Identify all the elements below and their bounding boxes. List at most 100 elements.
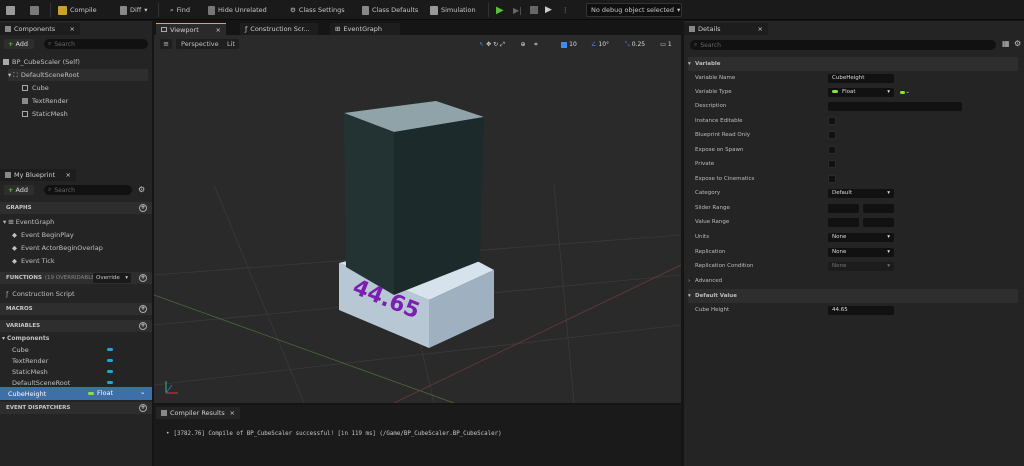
expose-on-spawn-checkbox[interactable] [828,146,836,154]
viewport[interactable]: 44.65 ≡ Perspective Lit [154,35,681,403]
play-button[interactable]: ▶ [496,3,504,17]
variable-name-input[interactable]: CubeHeight [828,73,894,83]
tree-item-staticmesh[interactable]: StaticMesh [22,108,68,120]
replication-dropdown[interactable]: None ▾ [828,247,894,257]
scale-snap-button[interactable]: ⤡ 0.25 [619,39,651,50]
tree-item-self[interactable]: BP_CubeScaler (Self) [3,56,80,68]
lit-button[interactable]: Lit [223,39,239,49]
graph-item-eventgraph[interactable]: ▾ ⊞ EventGraph [3,216,54,228]
surface-snap-button[interactable]: ⌗ [531,39,541,50]
find-button[interactable]: ⌕ Find [170,3,190,17]
rotate-icon[interactable]: ↻ [493,41,498,48]
variable-section-header[interactable]: ▾ Variable [688,57,1018,71]
close-icon[interactable]: × [758,25,763,33]
details-search-input[interactable]: ⌕ Search [690,40,996,50]
category-dropdown[interactable]: Default ▾ [828,188,894,198]
value-range-max-input[interactable] [863,217,894,227]
add-dispatcher-icon[interactable]: + [139,404,147,412]
tab-construction-script[interactable]: ƒ Construction Scr... [240,23,318,35]
add-graph-icon[interactable]: + [139,204,147,212]
variables-section[interactable]: VARIABLES + [0,320,152,332]
variable-type-dropdown[interactable]: Float ▾ [828,87,894,97]
components-search-input[interactable]: ⌕ Search [44,39,148,49]
event-item-actorbeginoverlap[interactable]: ◆ Event ActorBeginOverlap [12,242,103,254]
macros-section[interactable]: MACROS + [0,303,152,315]
tab-compiler-results[interactable]: Compiler Results × [156,407,240,419]
grid-snap-button[interactable]: 10 [557,39,581,50]
compile-button[interactable]: Compile [58,3,97,17]
rotation-snap-button[interactable]: ∠ 10° [587,39,613,50]
gear-icon[interactable]: ⚙ [138,185,145,194]
units-dropdown[interactable]: None ▾ [828,232,894,242]
event-dispatchers-section[interactable]: EVENT DISPATCHERS + [0,402,152,414]
variable-item-textrender[interactable]: TextRender [12,355,152,366]
simulation-button[interactable]: Simulation [430,3,476,17]
move-icon[interactable]: ✥ [486,41,491,48]
world-local-button[interactable]: ⊕ [518,39,528,50]
tab-viewport[interactable]: Viewport × [156,23,226,35]
save-icon[interactable] [6,3,15,17]
add-function-icon[interactable]: + [139,274,147,282]
function-item-construction-script[interactable]: ƒ Construction Script [6,288,75,300]
event-item-beginplay[interactable]: ◆ Event BeginPlay [12,229,74,241]
tree-item-cube[interactable]: Cube [22,82,49,94]
scale-icon[interactable]: ⤢ [500,41,505,49]
container-type-dropdown[interactable]: ⌄ [896,88,914,97]
play-options-button[interactable]: ⋮ [562,3,569,17]
hide-unrelated-button[interactable]: Hide Unrelated [208,3,267,17]
variable-item-staticmesh[interactable]: StaticMesh [12,366,152,377]
variables-components-group[interactable]: ▾ Components [2,333,49,344]
viewport-menu-button[interactable]: ≡ [160,39,172,49]
add-variable-icon[interactable]: + [139,322,147,330]
replication-condition-dropdown[interactable]: None ▾ [828,261,894,271]
variable-item-cubeheight[interactable]: CubeHeight Float ⌄ [0,387,152,400]
cube-height-input[interactable]: 44.65 [828,305,894,315]
tree-item-textrender[interactable]: TextRender [22,95,68,107]
stop-button[interactable] [530,3,538,17]
tab-components[interactable]: Components × [0,23,80,35]
step-button[interactable]: ▶| [513,3,522,17]
perspective-button[interactable]: Perspective [176,39,224,49]
slider-range-min-input[interactable] [828,203,859,213]
gear-icon[interactable]: ⚙ [1014,39,1021,48]
description-input[interactable] [828,101,962,111]
tree-item-defaultsceneroot[interactable]: ▾ ⛶ DefaultSceneRoot [8,69,148,81]
add-macro-icon[interactable]: + [139,305,147,313]
tab-eventgraph[interactable]: ⊞ EventGraph [330,23,400,35]
close-icon[interactable]: × [216,26,221,34]
event-item-tick[interactable]: ◆ Event Tick [12,255,55,267]
debug-object-select[interactable]: No debug object selected ▾ [586,3,682,17]
eject-button[interactable]: ▶ [545,3,552,17]
variable-item-cube[interactable]: Cube [12,344,152,355]
close-icon[interactable]: × [230,409,235,417]
class-settings-button[interactable]: ⚙ Class Settings [290,3,345,17]
blueprint-search-input[interactable]: ⌕ Search [44,185,132,195]
close-icon[interactable]: × [70,25,75,33]
graphs-section[interactable]: GRAPHS + [0,202,152,214]
tab-my-blueprint[interactable]: My Blueprint × [0,169,76,181]
functions-section[interactable]: FUNCTIONS (19 OVERRIDABLE) Override ▾ + [0,272,152,284]
select-icon[interactable]: ↖ [479,41,484,48]
tab-details[interactable]: Details × [684,23,768,35]
private-checkbox[interactable] [828,160,836,168]
blueprint-read-only-checkbox[interactable] [828,131,836,139]
instance-editable-checkbox[interactable] [828,117,836,125]
class-defaults-button[interactable]: Class Defaults [362,3,418,17]
override-dropdown[interactable]: Override ▾ [93,273,131,283]
snap-icon: ⌗ [534,40,538,48]
slider-range-max-input[interactable] [863,203,894,213]
add-component-button[interactable]: + Add [4,39,34,49]
browse-icon[interactable] [30,3,39,17]
table-view-icon[interactable]: ▦ [1002,39,1010,48]
transform-tools[interactable]: ↖ ✥ ↻ ⤢ [470,39,514,50]
close-icon[interactable]: × [66,171,71,179]
value-range-min-input[interactable] [828,217,859,227]
chevron-down-icon[interactable]: ⌄ [140,388,145,396]
advanced-row[interactable]: › Advanced [688,274,1018,288]
default-value-section-header[interactable]: ▾ Default Value [688,289,1018,303]
add-member-button[interactable]: + Add [4,185,34,195]
expose-to-cinematics-checkbox[interactable] [828,175,836,183]
camera-speed-button[interactable]: ▭ 1 [655,39,677,50]
diff-button[interactable]: Diff ▾ [120,3,148,17]
units-row: Units None ▾ [688,230,1018,244]
